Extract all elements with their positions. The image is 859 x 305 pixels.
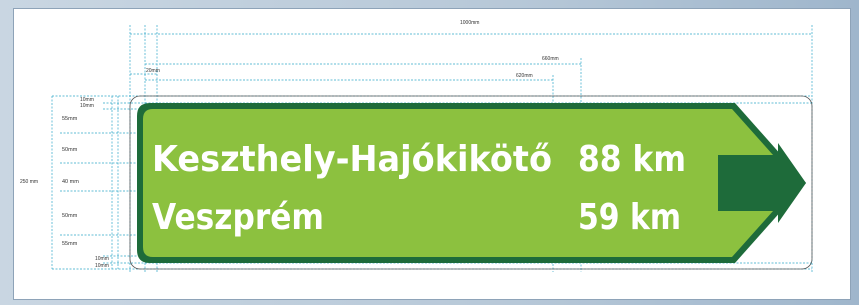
- sign-drawing: 1000mm 660mm 620mm 20mm 250 mm 10mm 10mm…: [20, 20, 813, 272]
- dim-row-label: 10mm: [80, 103, 94, 109]
- dim-row-label: 50mm: [62, 213, 78, 219]
- destination-name: Veszprém: [152, 197, 324, 238]
- dim-width-620: 620mm: [516, 73, 533, 79]
- dim-total-height: 250 mm: [20, 179, 38, 185]
- dim-row-label: 10mm: [95, 263, 109, 269]
- dim-row-label: 10mm: [95, 256, 109, 262]
- destination-distance: 59 km: [578, 197, 681, 238]
- destination-distance: 88 km: [578, 139, 686, 180]
- arrow-icon: [718, 143, 806, 223]
- dim-total-width: 1000mm: [460, 20, 479, 26]
- dim-width-20: 20mm: [146, 68, 160, 74]
- destination-name: Keszthely-Hajókikötő: [152, 139, 552, 180]
- dim-row-label: 55mm: [62, 241, 78, 247]
- dim-row-label: 40 mm: [62, 179, 79, 185]
- dim-row-label: 50mm: [62, 147, 78, 153]
- dim-row-label: 55mm: [62, 116, 78, 122]
- dim-width-660: 660mm: [542, 56, 559, 62]
